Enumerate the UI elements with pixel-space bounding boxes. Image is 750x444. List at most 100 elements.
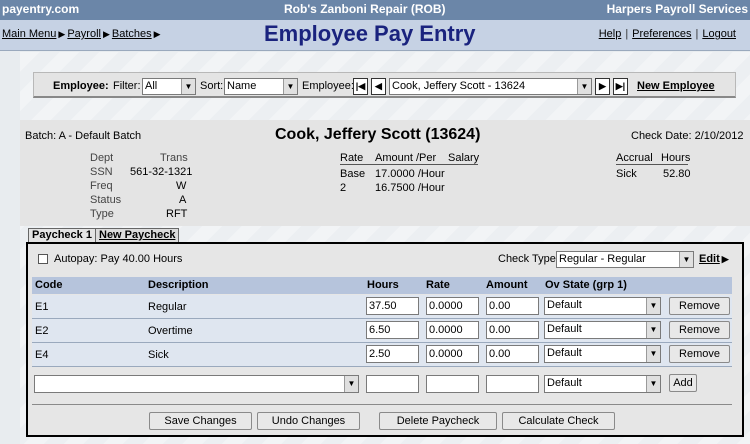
first-icon: |◀ bbox=[355, 81, 366, 91]
preferences-link[interactable]: Preferences bbox=[632, 28, 691, 40]
service-provider: Harpers Payroll Services bbox=[606, 2, 748, 16]
rate-amount: 17.0000 /Hour bbox=[375, 168, 445, 180]
ov-state-select[interactable]: Default ▼ bbox=[544, 297, 661, 315]
undo-changes-button[interactable]: Undo Changes bbox=[257, 412, 360, 430]
add-button[interactable]: Add bbox=[669, 374, 697, 392]
company-name: Rob's Zanboni Repair (ROB) bbox=[284, 2, 446, 16]
employee-name: Cook, Jeffery Scott (13624) bbox=[275, 126, 481, 143]
delete-paycheck-button[interactable]: Delete Paycheck bbox=[379, 412, 497, 430]
col-description: Description bbox=[148, 279, 209, 291]
rate-input[interactable]: 0.0000 bbox=[426, 297, 479, 315]
freq-label: Freq bbox=[90, 180, 113, 192]
check-type-label: Check Type bbox=[498, 253, 556, 265]
prev-employee-button[interactable]: ◀ bbox=[371, 78, 386, 95]
chevron-right-icon: ▶ bbox=[58, 29, 66, 39]
chevron-down-icon: ▼ bbox=[577, 79, 591, 94]
breadcrumb: Main Menu ▶ Payroll ▶ Batches ▶ bbox=[2, 28, 163, 40]
col-ov-state: Ov State (grp 1) bbox=[545, 279, 627, 291]
chevron-down-icon: ▼ bbox=[344, 376, 358, 392]
rate-name: Base bbox=[340, 168, 366, 180]
help-link[interactable]: Help bbox=[599, 28, 622, 40]
employee-info-panel: Batch: A - Default Batch Cook, Jeffery S… bbox=[20, 120, 750, 226]
employee-label: Employee: bbox=[302, 80, 354, 92]
amount-input[interactable]: 0.00 bbox=[486, 345, 539, 363]
rate-input[interactable]: 0.0000 bbox=[426, 345, 479, 363]
earning-description: Regular bbox=[148, 301, 187, 313]
accrual-label: Accrual bbox=[616, 152, 653, 164]
new-earning-select[interactable]: ▼ bbox=[34, 375, 359, 393]
earning-code: E1 bbox=[35, 301, 49, 313]
calculate-check-button[interactable]: Calculate Check bbox=[502, 412, 615, 430]
chevron-down-icon: ▼ bbox=[646, 376, 660, 392]
hours-label: Hours bbox=[661, 152, 691, 164]
accrual-name: Sick bbox=[616, 168, 637, 180]
accrual-hours: 52.80 bbox=[663, 168, 691, 180]
next-employee-button[interactable]: ▶ bbox=[595, 78, 610, 95]
tab-paycheck-1[interactable]: Paycheck 1 bbox=[28, 228, 96, 242]
chevron-down-icon: ▼ bbox=[646, 346, 660, 362]
ssn-value: 561-32-1321 bbox=[130, 166, 193, 178]
logout-link[interactable]: Logout bbox=[702, 28, 736, 40]
remove-button[interactable]: Remove bbox=[669, 321, 730, 339]
earning-description: Overtime bbox=[148, 325, 193, 337]
type-value: RFT bbox=[166, 208, 188, 220]
chevron-down-icon: ▼ bbox=[646, 322, 660, 338]
employee-section-label: Employee: bbox=[53, 80, 109, 92]
crumb-batches[interactable]: Batches bbox=[112, 28, 152, 40]
tab-new-paycheck[interactable]: New Paycheck bbox=[95, 228, 180, 242]
save-changes-button[interactable]: Save Changes bbox=[149, 412, 252, 430]
hours-input[interactable]: 6.50 bbox=[366, 321, 419, 339]
filter-select[interactable]: All ▼ bbox=[142, 78, 196, 95]
status-label: Status bbox=[90, 194, 122, 206]
rate-amount: 16.7500 /Hour bbox=[375, 182, 445, 194]
remove-button[interactable]: Remove bbox=[669, 297, 730, 315]
table-row: E4 Sick 2.50 0.0000 0.00 Default ▼ Remove bbox=[32, 343, 732, 366]
freq-value: W bbox=[176, 180, 187, 192]
rate-name: 2 bbox=[340, 182, 347, 194]
trans-label: Trans bbox=[160, 152, 188, 164]
chevron-down-icon: ▼ bbox=[646, 298, 660, 314]
batch-label: Batch: A - Default Batch bbox=[25, 130, 142, 142]
new-employee-link[interactable]: New Employee bbox=[637, 80, 715, 92]
new-ov-state-select[interactable]: Default ▼ bbox=[544, 375, 661, 393]
amount-input[interactable]: 0.00 bbox=[486, 321, 539, 339]
employee-selector-bar: Employee: Filter: All ▼ Sort: Name ▼ Emplo… bbox=[33, 72, 736, 98]
new-amount-input[interactable] bbox=[486, 375, 539, 393]
table-row: E2 Overtime 6.50 0.0000 0.00 Default ▼ Re… bbox=[32, 319, 732, 342]
ov-state-select[interactable]: Default ▼ bbox=[544, 345, 661, 363]
first-employee-button[interactable]: |◀ bbox=[353, 78, 368, 95]
rate-input[interactable]: 0.0000 bbox=[426, 321, 479, 339]
autopay-checkbox[interactable] bbox=[38, 254, 48, 264]
page-title: Employee Pay Entry bbox=[264, 21, 476, 46]
new-rate-input[interactable] bbox=[426, 375, 479, 393]
dept-label: Dept bbox=[90, 152, 114, 164]
row-divider bbox=[32, 366, 732, 367]
edit-check-type[interactable]: Edit ▶ bbox=[699, 253, 729, 265]
autopay-label: Autopay: Pay 40.00 Hours bbox=[54, 253, 183, 265]
remove-button[interactable]: Remove bbox=[669, 345, 730, 363]
hours-input[interactable]: 2.50 bbox=[366, 345, 419, 363]
site-name: payentry.com bbox=[2, 2, 80, 16]
table-row: E1 Regular 37.50 0.0000 0.00 Default ▼ Re… bbox=[32, 295, 732, 318]
earning-code: E4 bbox=[35, 349, 49, 361]
add-earning-row: ▼ Default ▼ Add bbox=[32, 371, 732, 396]
col-rate: Rate bbox=[426, 279, 450, 291]
next-icon: ▶ bbox=[599, 81, 606, 91]
chevron-right-icon: ▶ bbox=[721, 254, 729, 264]
new-hours-input[interactable] bbox=[366, 375, 419, 393]
check-type-select[interactable]: Regular - Regular ▼ bbox=[556, 251, 694, 268]
crumb-payroll[interactable]: Payroll bbox=[67, 28, 101, 40]
hours-input[interactable]: 37.50 bbox=[366, 297, 419, 315]
last-employee-button[interactable]: ▶| bbox=[613, 78, 628, 95]
ov-state-select[interactable]: Default ▼ bbox=[544, 321, 661, 339]
crumb-main-menu[interactable]: Main Menu bbox=[2, 28, 56, 40]
sort-select[interactable]: Name ▼ bbox=[224, 78, 298, 95]
earning-description: Sick bbox=[148, 349, 169, 361]
amount-input[interactable]: 0.00 bbox=[486, 297, 539, 315]
rate-header: Rate bbox=[340, 152, 364, 164]
accrual-header: Accrual Hours bbox=[616, 152, 691, 165]
filter-label: Filter: bbox=[113, 80, 141, 92]
ssn-label: SSN bbox=[90, 166, 113, 178]
employee-select[interactable]: Cook, Jeffery Scott - 13624 ▼ bbox=[389, 78, 592, 95]
chevron-right-icon: ▶ bbox=[102, 29, 110, 39]
